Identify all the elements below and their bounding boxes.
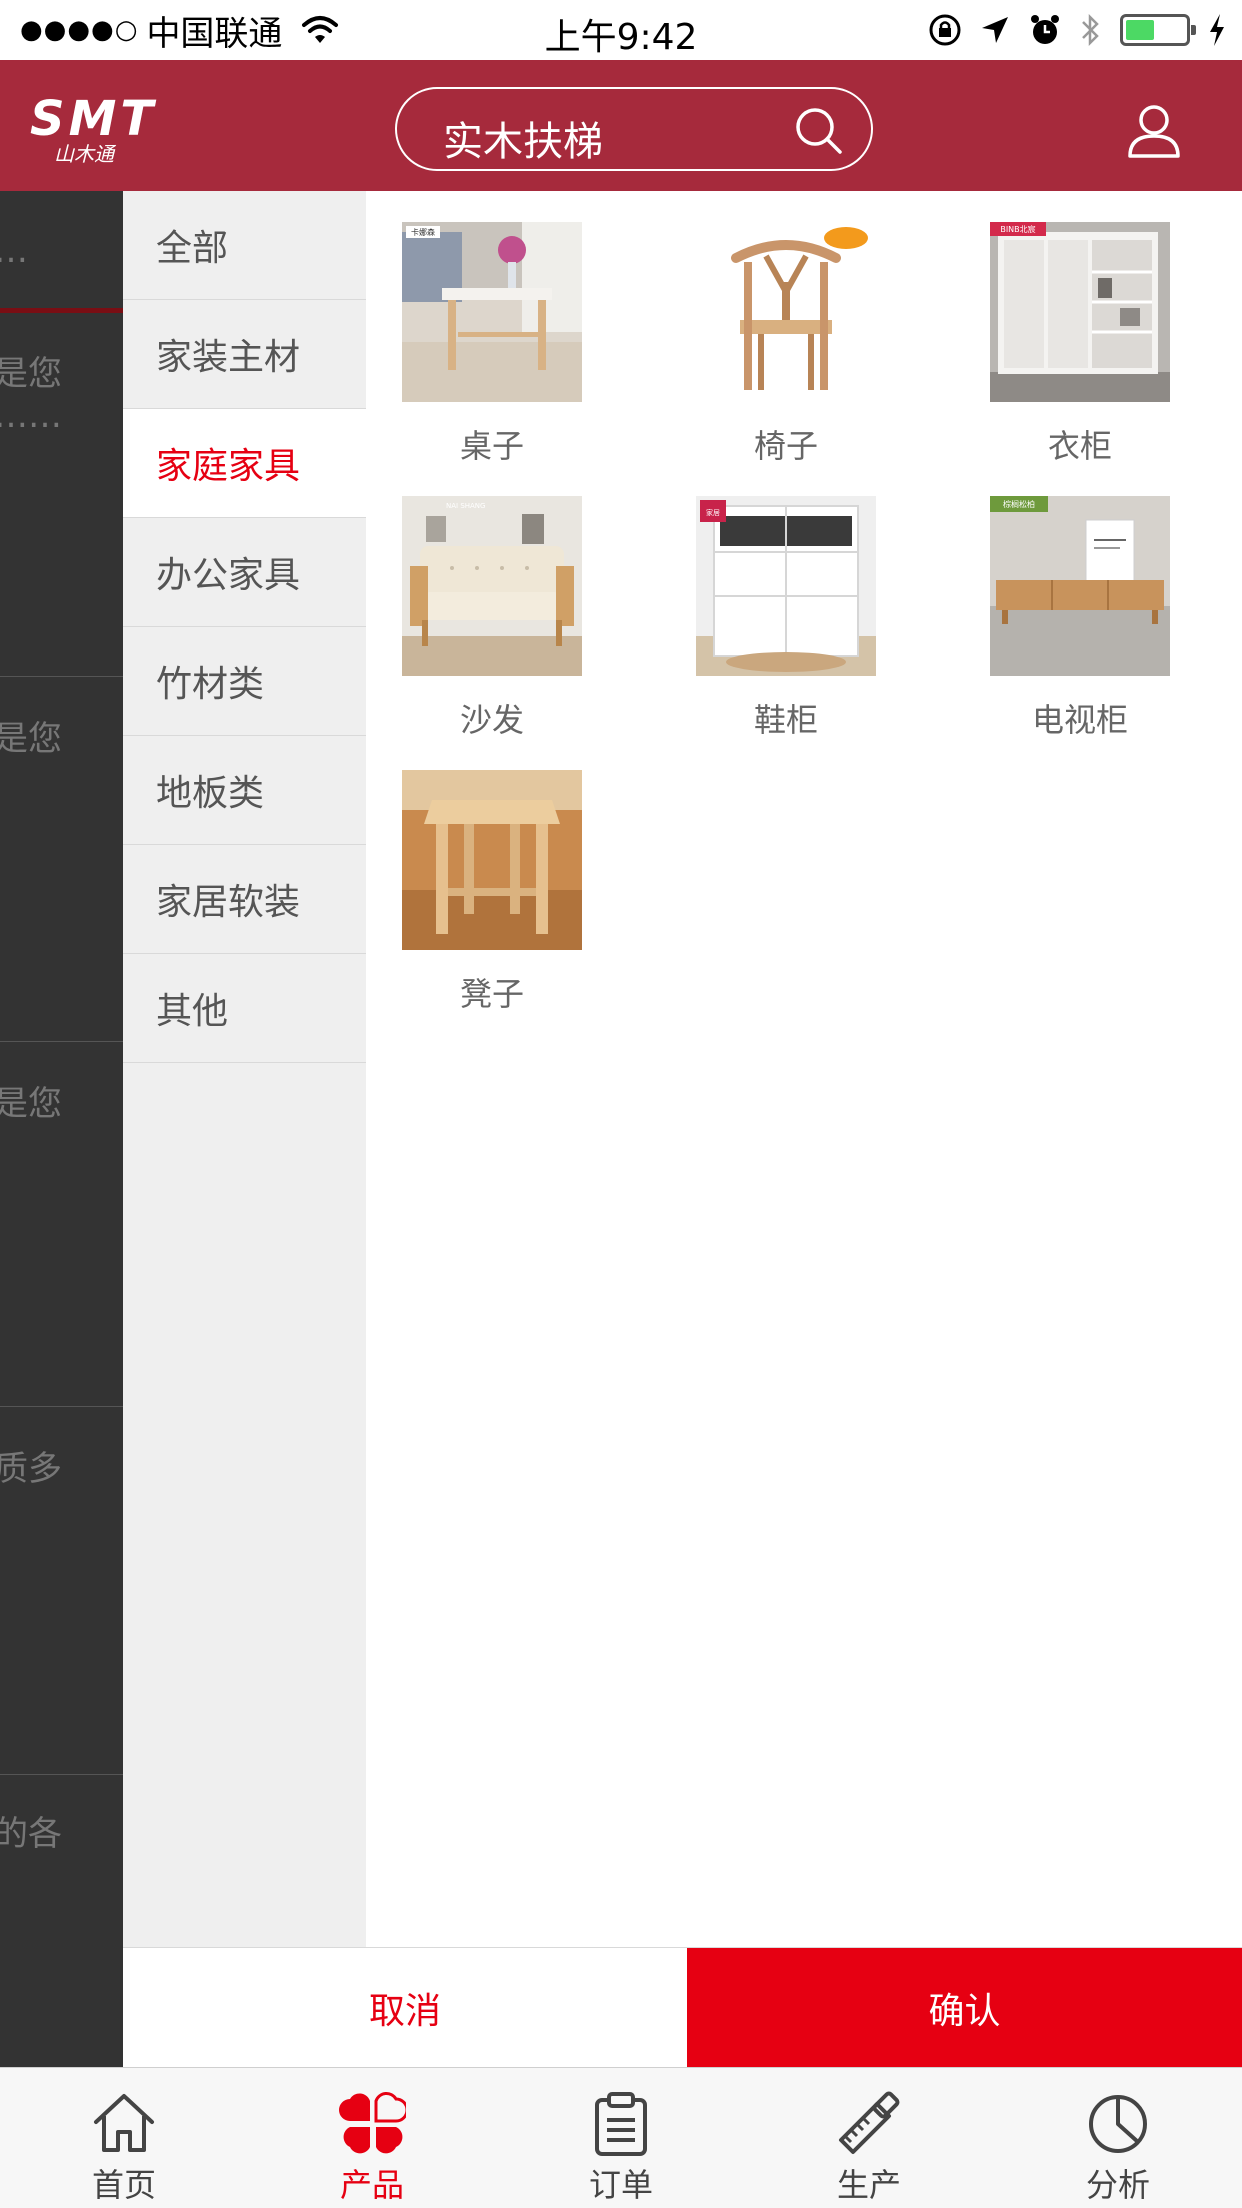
product-shoe-cabinet[interactable]: 家居 鞋柜 [670, 465, 890, 739]
location-icon [982, 17, 1008, 43]
sofa-image: NAI SHANG [402, 496, 582, 676]
product-sofa[interactable]: NAI SHANG 沙发 [376, 465, 596, 739]
tv-cabinet-image: 棕榈松柏 [990, 496, 1170, 676]
background-divider [0, 1774, 123, 1775]
wardrobe-badge: BINB北宸 [1000, 224, 1035, 234]
category-other[interactable]: 其他 [123, 954, 366, 1063]
background-text: … [0, 231, 28, 271]
product-chair[interactable]: 椅子 [670, 191, 890, 465]
category-sidebar: 全部 家装主材 家庭家具 办公家具 竹材类 地板类 家居软装 其他 [123, 191, 366, 1947]
bluetooth-icon [1082, 13, 1099, 47]
chair-image [696, 222, 876, 402]
search-icon[interactable] [793, 105, 845, 157]
tv-cabinet-badge: 棕榈松柏 [1003, 499, 1035, 509]
tab-label: 生产 [836, 2166, 901, 2204]
product-icon [339, 2092, 406, 2154]
user-icon[interactable] [1126, 102, 1182, 158]
background-text: 是您 [0, 719, 62, 759]
tab-label: 订单 [588, 2166, 653, 2204]
background-text: 质多 [0, 1449, 62, 1489]
table-image: 卡娜森 [402, 222, 582, 402]
product-name: 沙发 [459, 701, 524, 739]
category-home-materials[interactable]: 家装主材 [123, 300, 366, 409]
background-divider [0, 676, 123, 677]
filter-actions: 取消 确认 [123, 1947, 1242, 2068]
category-home-furniture[interactable]: 家庭家具 [123, 409, 366, 518]
shoe-cabinet-badge: 家居 [706, 508, 720, 517]
tab-orders[interactable]: 订单 [497, 2068, 745, 2208]
category-all[interactable]: 全部 [123, 191, 366, 300]
table-badge: 卡娜森 [411, 227, 435, 237]
search-value: 实木扶梯 [443, 119, 603, 165]
background-text: …… [0, 396, 62, 436]
background-divider [0, 1406, 123, 1407]
product-name: 椅子 [753, 427, 818, 465]
tab-label: 分析 [1085, 2166, 1150, 2204]
tab-products[interactable]: 产品 [248, 2068, 496, 2208]
cancel-button[interactable]: 取消 [123, 1948, 687, 2068]
wardrobe-image: BINB北宸 [990, 222, 1170, 402]
product-name: 凳子 [459, 975, 524, 1013]
rotation-lock-icon [929, 14, 961, 46]
charging-icon [1210, 14, 1224, 46]
app-header: SMT 山木通 实木扶梯 [0, 60, 1242, 191]
background-text: 是您 [0, 1084, 62, 1124]
bottom-tab-bar: 首页 产品 订单 生产 分析 [0, 2067, 1242, 2208]
stool-image [402, 770, 582, 950]
tab-production[interactable]: 生产 [745, 2068, 993, 2208]
product-tv-cabinet[interactable]: 棕榈松柏 电视柜 [964, 465, 1184, 739]
background-divider [0, 1041, 123, 1042]
tab-home[interactable]: 首页 [0, 2068, 248, 2208]
background-overlay[interactable]: … 是您 …… 是您 是您 质多 的各 [0, 191, 123, 2068]
product-name: 电视柜 [1031, 701, 1128, 739]
tab-analysis[interactable]: 分析 [994, 2068, 1242, 2208]
product-table[interactable]: 卡娜森 桌子 [376, 191, 596, 465]
home-icon [94, 2094, 154, 2152]
category-flooring[interactable]: 地板类 [123, 736, 366, 845]
saw-icon [839, 2091, 900, 2154]
shoe-cabinet-image: 家居 [696, 496, 876, 676]
confirm-button[interactable]: 确认 [687, 1948, 1242, 2068]
pie-chart-icon [1089, 2095, 1147, 2153]
app-logo: SMT 山木通 [30, 91, 158, 166]
product-stool[interactable]: 凳子 [376, 739, 596, 1013]
product-name: 鞋柜 [753, 701, 818, 739]
status-bar: ●●●●○ 中国联通 上午9:42 [0, 0, 1242, 60]
tab-label: 产品 [339, 2166, 404, 2204]
clipboard-icon [595, 2092, 647, 2156]
battery-icon [1120, 14, 1196, 46]
category-office-furniture[interactable]: 办公家具 [123, 518, 366, 627]
sofa-badge: NAI SHANG [446, 502, 485, 510]
product-wardrobe[interactable]: BINB北宸 衣柜 [964, 191, 1184, 465]
alarm-icon [1031, 15, 1059, 44]
background-text: 的各 [0, 1814, 62, 1854]
search-input[interactable]: 实木扶梯 [395, 87, 873, 171]
tab-label: 首页 [91, 2166, 156, 2204]
category-bamboo[interactable]: 竹材类 [123, 627, 366, 736]
product-name: 桌子 [459, 427, 524, 465]
category-soft-furnishing[interactable]: 家居软装 [123, 845, 366, 954]
background-tab-indicator [0, 308, 123, 313]
background-text: 是您 [0, 354, 62, 394]
product-grid: 卡娜森 桌子 椅子 BINB北宸 衣柜 NAI SHANG 沙发 家居 鞋柜 棕… [366, 191, 1242, 1947]
product-name: 衣柜 [1047, 427, 1112, 465]
